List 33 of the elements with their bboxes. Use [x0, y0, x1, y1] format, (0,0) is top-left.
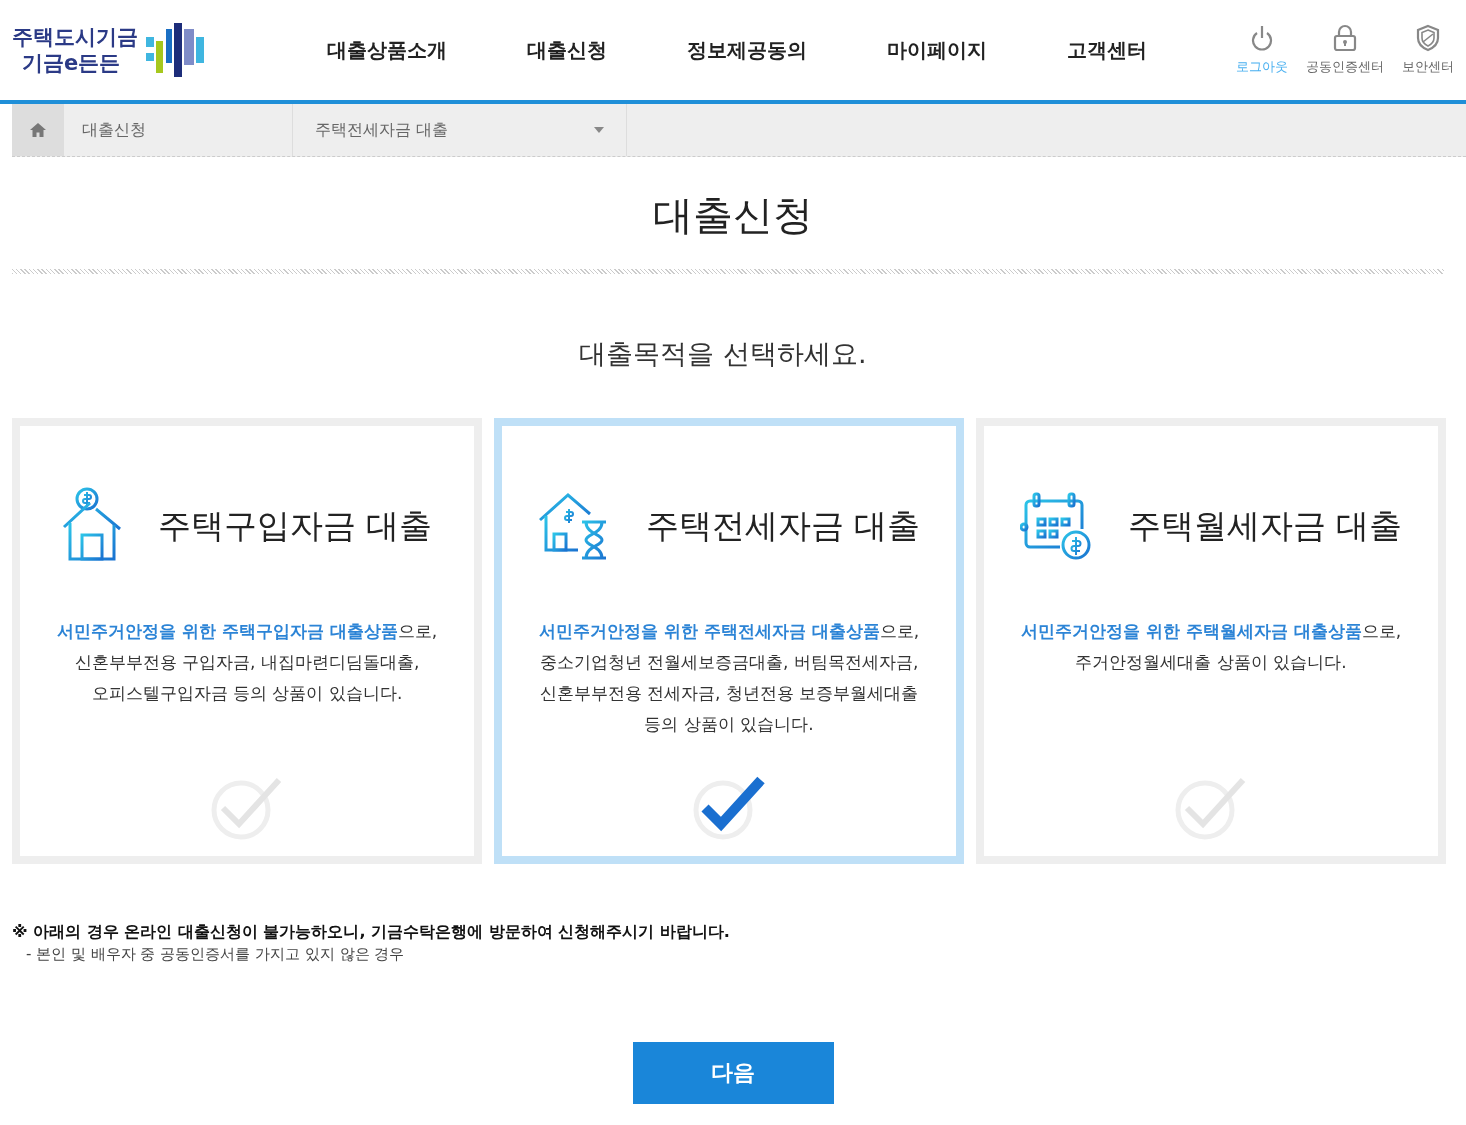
notice-item: - 본인 및 배우자 중 공동인증서를 가지고 있지 않은 경우 [26, 945, 406, 964]
nav-link[interactable]: 마이페이지 [847, 36, 1027, 64]
nav-link[interactable]: 정보제공동의 [647, 36, 847, 64]
utility-link[interactable]: 공동인증센터 [1306, 24, 1384, 76]
logo-bars-icon [146, 23, 204, 77]
nav-link[interactable]: 대출신청 [487, 36, 647, 64]
loan-option-card[interactable]: 주택전세자금 대출 서민주거안정을 위한 주택전세자금 대출상품으로, 중소기업청년 전월세보증금대출, 버팀목전세자금, 신혼부부전용 전세자금, 청년전용 보증부월세대출 등의 상품이 있습니다. [494, 418, 964, 864]
logo-text: 주택도시기금 [12, 24, 138, 50]
loan-option-card[interactable]: 주택구입자금 대출 서민주거안정을 위한 주택구입자금 대출상품으로, 신혼부부전용 구입자금, 내집마련디딤돌대출, 오피스텔구입자금 등의 상품이 있습니다. [12, 418, 482, 864]
card-title: 주택구입자금 대출 [157, 504, 433, 547]
breadcrumb-dropdown[interactable]: 주택전세자금 대출 [293, 104, 627, 156]
calendar-coin-icon [1019, 491, 1092, 561]
loan-option-card[interactable]: 주택월세자금 대출 서민주거안정을 위한 주택월세자금 대출상품으로, 주거안정월세대출 상품이 있습니다. [976, 418, 1446, 864]
page-title: 대출신청 [652, 191, 814, 240]
section-heading: 대출목적을 선택하세요. [578, 337, 868, 371]
card-description: 서민주거안정을 위한 주택전세자금 대출상품으로, 중소기업청년 전월세보증금대출, 버팀목전세자금, 신혼부부전용 전세자금, 청년전용 보증부월세대출 등의 상품이 있습니다. [538, 620, 920, 736]
home-icon [30, 123, 46, 137]
nav-link[interactable]: 대출상품소개 [292, 36, 487, 64]
lock-icon [1333, 24, 1357, 52]
home-button[interactable] [12, 104, 64, 156]
caret-icon [594, 127, 604, 133]
nav-link[interactable]: 고객센터 [1027, 36, 1187, 64]
card-description: 서민주거안정을 위한 주택구입자금 대출상품으로, 신혼부부전용 구입자금, 내집마련디딤돌대출, 오피스텔구입자금 등의 상품이 있습니다. [56, 620, 438, 705]
card-title: 주택월세자금 대출 [1127, 504, 1403, 547]
breadcrumb-link[interactable]: 대출신청 [64, 104, 293, 156]
utility-link[interactable]: 보안센터 [1402, 24, 1454, 76]
notice-text: ※ 아래의 경우 온라인 대출신청이 불가능하오니, 기금수탁은행에 방문하여 신청해주시기 바랍니다. [12, 922, 731, 943]
next-button[interactable]: 다음 [632, 1042, 834, 1104]
logo-text: 기금e든든 [21, 50, 122, 76]
shield-icon [1416, 24, 1440, 52]
card-title: 주택전세자금 대출 [645, 504, 921, 547]
card-description: 서민주거안정을 위한 주택월세자금 대출상품으로, 주거안정월세대출 상품이 있습니다. [1020, 620, 1402, 674]
power-icon [1249, 24, 1275, 52]
